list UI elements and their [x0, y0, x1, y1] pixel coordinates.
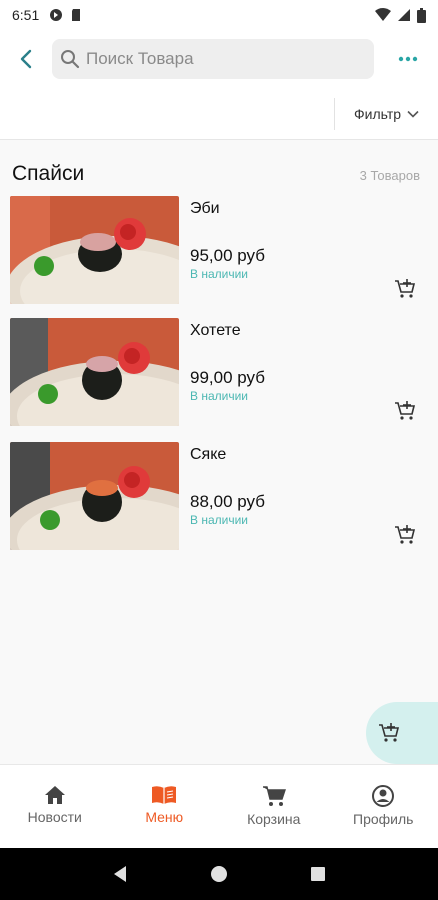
add-to-cart-icon — [395, 525, 416, 544]
product-stock-status: В наличии — [190, 513, 249, 527]
nav-item-news[interactable]: Новости — [0, 765, 110, 848]
nav-item-cart[interactable]: Корзина — [219, 765, 329, 848]
nav-item-menu[interactable]: Меню — [110, 765, 220, 848]
product-card[interactable]: Эби 95,00 руб В наличии — [0, 196, 438, 308]
product-card[interactable]: Хотете 99,00 руб В наличии — [0, 318, 438, 430]
battery-icon — [417, 7, 426, 23]
floating-cart-button[interactable] — [366, 702, 438, 764]
add-to-cart-icon — [395, 401, 416, 420]
chevron-down-icon — [407, 110, 419, 118]
square-recents-icon — [311, 867, 326, 881]
product-image — [10, 196, 179, 304]
product-name: Хотете — [190, 322, 241, 339]
add-to-cart-button[interactable] — [392, 398, 418, 424]
wifi-icon — [375, 8, 391, 21]
add-to-cart-button[interactable] — [392, 522, 418, 548]
triangle-back-icon — [113, 866, 126, 882]
more-options-button[interactable] — [378, 30, 438, 88]
product-price: 88,00 руб — [190, 492, 265, 511]
filter-button[interactable]: Фильтр — [334, 98, 438, 130]
product-name: Эби — [190, 200, 220, 217]
sd-card-icon — [72, 9, 81, 21]
category-count: 3 Товаров — [359, 168, 420, 183]
app-notification-icon — [50, 9, 63, 21]
product-stock-status: В наличии — [190, 389, 249, 403]
cart-icon — [262, 786, 286, 806]
app-screen: 6:51 Фильтр Спайси 3 Товаров — [0, 0, 438, 900]
filter-label: Фильтр — [353, 106, 402, 122]
system-recents-button[interactable] — [306, 862, 330, 886]
nav-label: Профиль — [353, 811, 414, 827]
signal-icon — [398, 9, 410, 21]
more-dots-icon — [398, 56, 418, 62]
product-stock-status: В наличии — [190, 267, 249, 281]
home-icon — [44, 786, 65, 804]
search-bar[interactable] — [52, 39, 374, 79]
product-price: 99,00 руб — [190, 368, 265, 387]
book-icon — [152, 786, 177, 804]
profile-icon — [372, 785, 395, 807]
bottom-navigation: Новости Меню Корзина Профиль — [0, 764, 438, 848]
product-image — [10, 442, 179, 550]
top-app-bar — [0, 30, 438, 88]
nav-label: Меню — [145, 809, 184, 825]
add-to-cart-button[interactable] — [392, 276, 418, 302]
product-card[interactable]: Сяке 88,00 руб В наличии — [0, 442, 438, 554]
search-icon — [61, 50, 80, 69]
product-price: 95,00 руб — [190, 246, 265, 265]
nav-label: Новости — [27, 809, 82, 825]
circle-home-icon — [210, 866, 227, 882]
status-right-icons — [375, 7, 426, 23]
back-button[interactable] — [0, 30, 52, 88]
system-home-button[interactable] — [207, 862, 231, 886]
system-navigation-bar — [0, 848, 438, 900]
status-bar: 6:51 — [0, 0, 438, 30]
chevron-left-icon — [20, 49, 32, 69]
product-name: Сяке — [190, 446, 227, 463]
nav-item-profile[interactable]: Профиль — [329, 765, 438, 848]
nav-label: Корзина — [247, 811, 301, 827]
add-to-cart-icon — [395, 279, 416, 298]
category-title: Спайси — [12, 162, 85, 185]
product-image — [10, 318, 179, 426]
add-to-cart-icon — [379, 723, 400, 742]
filter-row: Фильтр — [0, 88, 438, 140]
system-back-button[interactable] — [108, 862, 132, 886]
search-input[interactable] — [86, 49, 366, 69]
status-time: 6:51 — [12, 7, 40, 23]
